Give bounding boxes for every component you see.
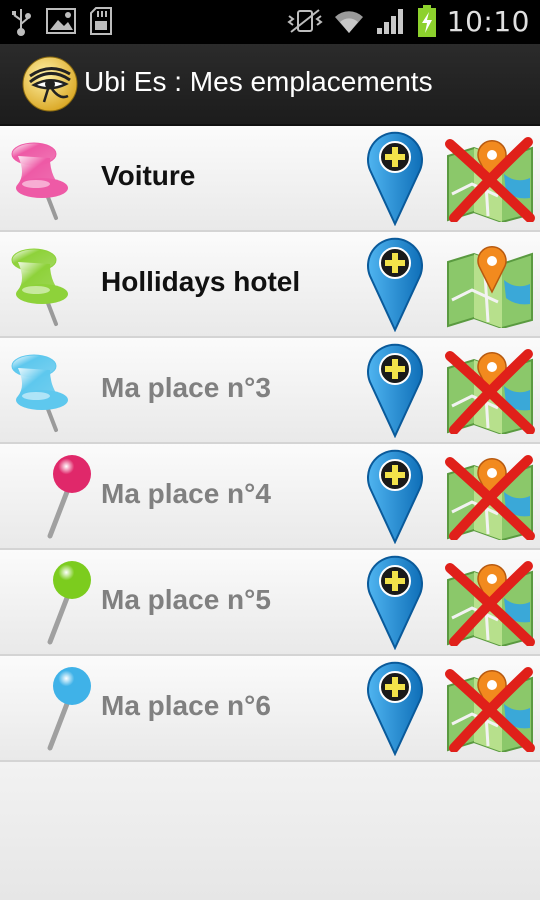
location-label[interactable]: Ma place n°3 [101, 372, 271, 404]
battery-charging-icon [417, 5, 436, 37]
add-location-marker-icon[interactable] [364, 236, 426, 332]
locations-list: Voiture Hollidays hotel Ma place n°3 Ma … [0, 126, 540, 762]
map-delete-icon[interactable] [444, 664, 536, 752]
add-location-marker-icon[interactable] [364, 448, 426, 544]
map-delete-icon[interactable] [444, 346, 536, 434]
usb-icon [12, 9, 31, 36]
location-row[interactable]: Ma place n°3 [0, 338, 540, 444]
wifi-icon [334, 11, 363, 33]
add-location-marker-icon[interactable] [364, 130, 426, 226]
location-row[interactable]: Ma place n°6 [0, 656, 540, 762]
map-location-icon[interactable] [444, 240, 536, 328]
image-icon [46, 8, 76, 34]
app-title: Ubi Es : Mes emplacements [84, 66, 433, 97]
pushpin-icon [11, 354, 68, 432]
empty-list-area [0, 762, 540, 900]
vibrate-icon [287, 9, 323, 33]
map-delete-icon[interactable] [444, 134, 536, 222]
add-location-marker-icon[interactable] [364, 342, 426, 438]
pushpin-icon [11, 142, 68, 220]
location-row[interactable]: Ma place n°5 [0, 550, 540, 656]
map-delete-icon[interactable] [444, 558, 536, 646]
location-label[interactable]: Ma place n°5 [101, 584, 271, 616]
location-row[interactable]: Voiture [0, 126, 540, 232]
location-label[interactable]: Ma place n°4 [101, 478, 271, 510]
location-label[interactable]: Ma place n°6 [101, 690, 271, 722]
signal-icon [376, 9, 403, 34]
action-bar: Ubi Es : Mes emplacements [0, 44, 540, 127]
location-label[interactable]: Voiture [101, 160, 195, 192]
pushpin-icon [11, 248, 68, 326]
map-pin-icon [47, 667, 91, 751]
map-pin-icon [47, 561, 91, 645]
eye-of-horus-icon[interactable] [22, 56, 78, 112]
location-row[interactable]: Ma place n°4 [0, 444, 540, 550]
location-label[interactable]: Hollidays hotel [101, 266, 300, 298]
map-pin-icon [47, 455, 91, 539]
add-location-marker-icon[interactable] [364, 660, 426, 756]
map-delete-icon[interactable] [444, 452, 536, 540]
sd-card-icon [90, 7, 112, 35]
add-location-marker-icon[interactable] [364, 554, 426, 650]
status-right-icons: 10:10 [287, 4, 530, 38]
status-bar: 10:10 [0, 0, 540, 44]
status-left-icons [10, 6, 112, 36]
status-time: 10:10 [446, 4, 530, 38]
location-row[interactable]: Hollidays hotel [0, 232, 540, 338]
